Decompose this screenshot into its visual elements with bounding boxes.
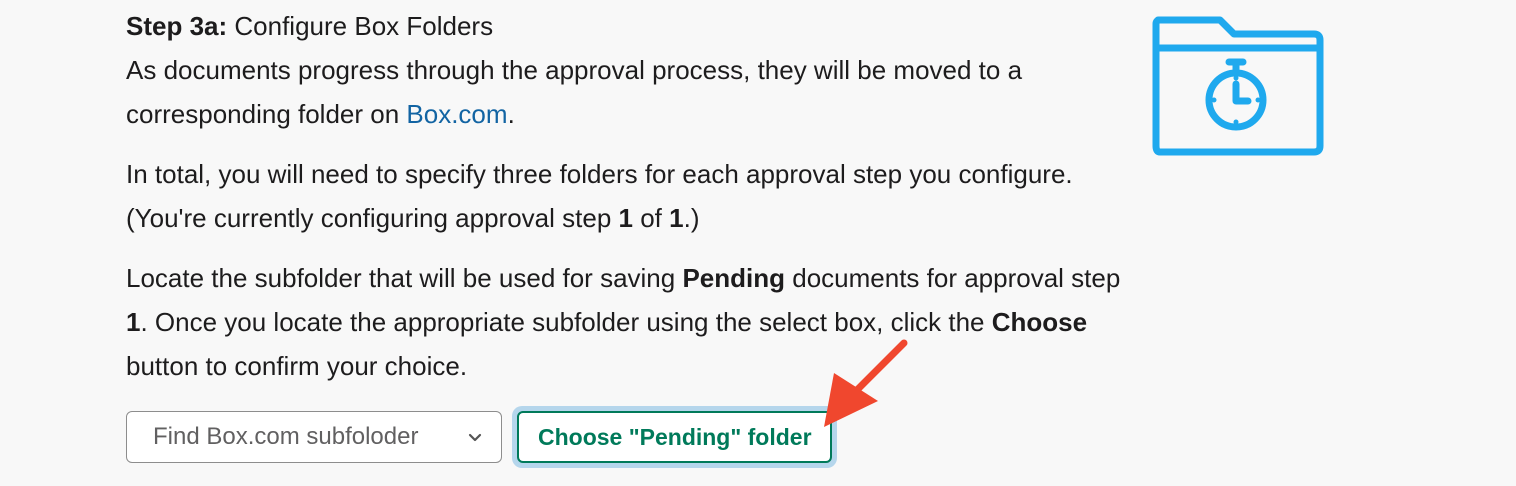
choose-button-focus-ring: Choose "Pending" folder [512, 406, 837, 468]
folders-text-3: .) [683, 203, 700, 233]
box-link[interactable]: Box.com [406, 99, 507, 129]
choose-ref: Choose [991, 307, 1088, 337]
current-step: 1 [618, 203, 633, 233]
total-steps: 1 [669, 203, 684, 233]
intro-text-end: . [507, 99, 515, 129]
step-heading: Step 3a: Configure Box Folders [126, 4, 1126, 48]
choose-pending-folder-button[interactable]: Choose "Pending" folder [517, 411, 832, 463]
step-label: Step 3a: [126, 11, 228, 41]
folders-text-1: In total, you will need to specify three… [126, 159, 1073, 233]
locate-step: 1 [126, 307, 141, 337]
subfolder-select[interactable]: Find Box.com subfoloder [126, 411, 502, 463]
intro-text: As documents progress through the approv… [126, 55, 1023, 129]
step-title: Configure Box Folders [234, 11, 494, 41]
locate-text-2: documents for approval step [785, 263, 1121, 293]
locate-text-4: button to confirm your choice. [126, 351, 468, 381]
chevron-down-icon [467, 429, 483, 445]
instructions: Step 3a: Configure Box Folders As docume… [126, 4, 1126, 388]
folder-stopwatch-icon [1152, 16, 1324, 156]
folders-text-2: of [632, 203, 670, 233]
intro-paragraph: As documents progress through the approv… [126, 48, 1126, 136]
folder-kind: Pending [682, 263, 786, 293]
locate-paragraph: Locate the subfolder that will be used f… [126, 256, 1126, 388]
subfolder-select-value: Find Box.com subfoloder [153, 423, 419, 450]
folder-controls: Find Box.com subfoloder Choose "Pending"… [126, 406, 837, 468]
locate-text-1: Locate the subfolder that will be used f… [126, 263, 683, 293]
locate-text-3: . Once you locate the appropriate subfol… [140, 307, 992, 337]
folders-paragraph: In total, you will need to specify three… [126, 152, 1126, 240]
